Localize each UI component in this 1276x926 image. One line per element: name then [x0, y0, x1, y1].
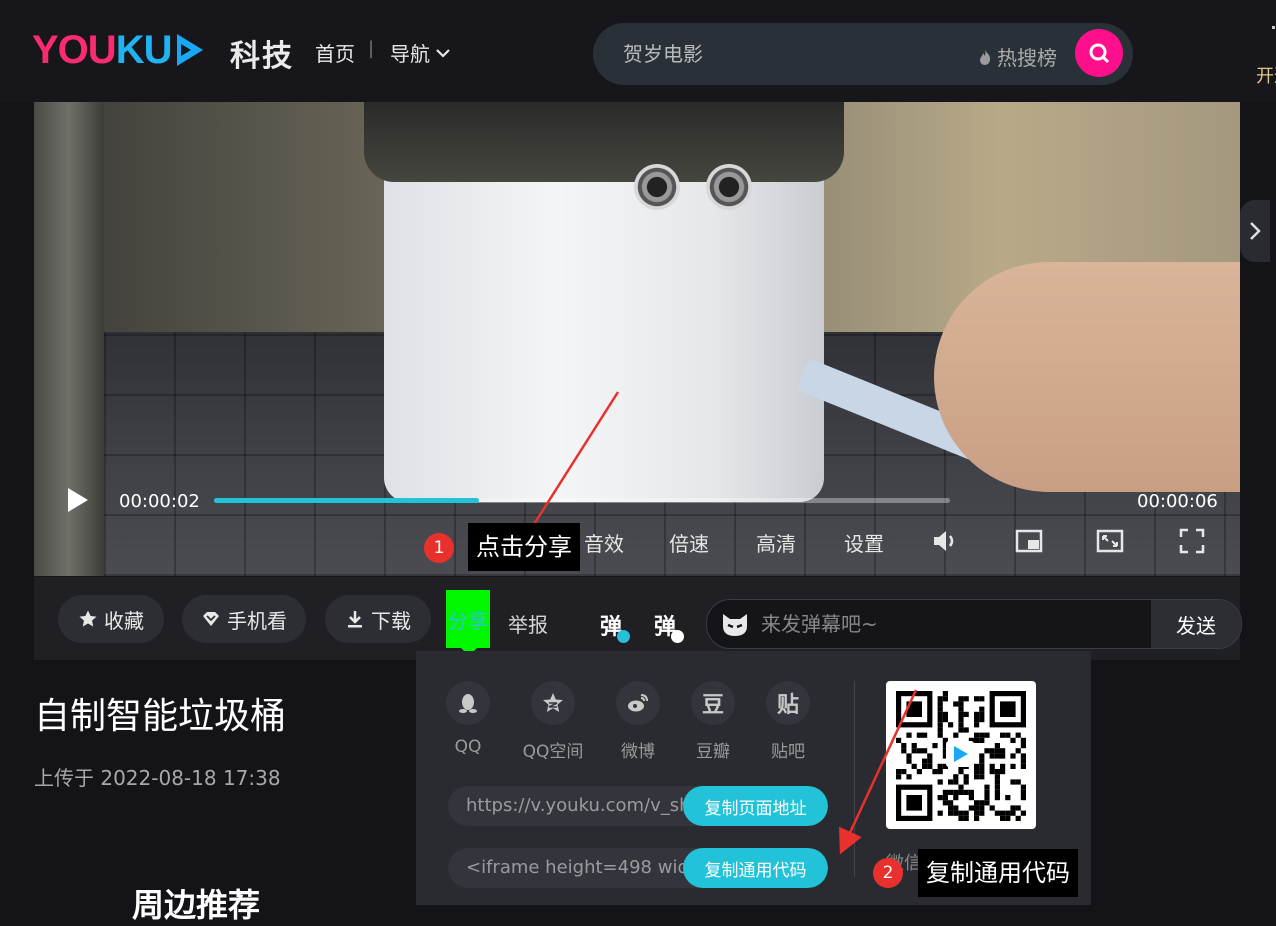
annotation-step-2-number: 2	[873, 858, 903, 888]
top-header: YOUKU 科技 首页 | 导航 贺岁电影 热搜榜 开通	[0, 0, 1276, 102]
flame-icon	[980, 48, 991, 65]
annotation-step-2-label: 复制通用代码	[918, 849, 1078, 897]
chevron-down-icon	[436, 48, 450, 58]
embed-code-row: <iframe height=498 width=510 复制通用代码	[448, 848, 828, 888]
video-frame-hand	[934, 262, 1240, 492]
chevron-right-icon	[1250, 222, 1261, 240]
favorite-button[interactable]: 收藏	[58, 595, 164, 643]
annotation-step-1-label: 点击分享	[468, 523, 580, 571]
video-player[interactable]: 00:00:02 00:00:06 音效 倍速 高清 设置	[34, 102, 1240, 576]
related-section-title: 周边推荐	[132, 886, 261, 924]
tieba-icon: 贴	[766, 681, 810, 725]
volume-icon[interactable]	[930, 526, 960, 556]
speed-button[interactable]: 倍速	[669, 528, 709, 557]
share-to-qq[interactable]: QQ	[433, 681, 503, 757]
video-frame-sensor	[706, 164, 752, 210]
mobile-label: 手机看	[227, 608, 287, 633]
logo-text: YOUKU	[32, 28, 172, 72]
nav-separator: |	[368, 38, 375, 59]
danmu-toggle-button[interactable]: 弹	[600, 609, 631, 643]
hot-search-link[interactable]: 热搜榜	[977, 42, 1057, 71]
nav-home-link[interactable]: 首页	[315, 38, 355, 67]
web-fullscreen-icon[interactable]	[1095, 526, 1125, 556]
qq-icon	[446, 681, 490, 725]
picture-in-picture-icon[interactable]	[1014, 526, 1044, 556]
vip-link[interactable]: 开通	[1256, 62, 1276, 88]
current-time: 00:00:02	[119, 491, 200, 512]
video-frame-trash-bag	[364, 102, 844, 182]
sound-effect-button[interactable]: 音效	[584, 528, 624, 557]
share-to-douban[interactable]: 豆 豆瓣	[678, 681, 748, 762]
play-icon[interactable]	[68, 488, 88, 512]
danmu-settings-button[interactable]: 弹	[654, 609, 685, 643]
fullscreen-icon[interactable]	[1177, 526, 1207, 556]
video-title: 自制智能垃圾桶	[34, 696, 287, 737]
upload-time: 上传于 2022-08-18 17:38	[34, 766, 281, 790]
copy-page-url-button[interactable]: 复制页面地址	[683, 786, 828, 826]
video-frame-sensor	[634, 164, 680, 210]
download-icon	[348, 611, 362, 628]
report-button[interactable]: 举报	[508, 609, 548, 638]
download-label: 下载	[371, 608, 411, 633]
page-url-field[interactable]: https://v.youku.com/v_show/id_	[466, 786, 684, 826]
star-icon	[79, 610, 97, 627]
embed-code-field[interactable]: <iframe height=498 width=510	[466, 848, 684, 888]
share-button[interactable]: 分享	[446, 590, 490, 648]
douban-icon: 豆	[691, 681, 735, 725]
page-url-row: https://v.youku.com/v_show/id_ 复制页面地址	[448, 786, 828, 826]
danmu-send-button[interactable]: 发送	[1151, 600, 1241, 648]
hot-search-label: 热搜榜	[997, 46, 1057, 70]
logo-play-icon	[177, 34, 204, 66]
qr-code-image	[896, 691, 1026, 821]
share-to-qzone[interactable]: QQ空间	[518, 681, 588, 762]
gear-icon	[671, 630, 685, 643]
search-button[interactable]	[1075, 29, 1123, 77]
action-bar: 收藏 手机看 下载 分享 举报 弹 弹 来发弹幕吧~ 发送	[34, 577, 1242, 660]
danmu-mask-icon	[723, 614, 747, 636]
weibo-icon	[616, 681, 660, 725]
favorite-label: 收藏	[104, 608, 144, 633]
youku-logo[interactable]: YOUKU	[32, 28, 204, 72]
search-input[interactable]: 贺岁电影	[623, 23, 703, 85]
quality-button[interactable]: 高清	[756, 528, 796, 557]
duration-time: 00:00:06	[1137, 491, 1218, 512]
progress-bar[interactable]	[214, 498, 950, 503]
qzone-icon	[531, 681, 575, 725]
share-label: QQ空间	[522, 742, 584, 762]
share-label: QQ	[454, 737, 482, 757]
settings-button[interactable]: 设置	[844, 528, 884, 557]
nav-guide-label: 导航	[390, 42, 430, 66]
progress-fill	[214, 498, 479, 503]
share-to-tieba[interactable]: 贴 贴吧	[753, 681, 823, 762]
danmu-input-box[interactable]: 来发弹幕吧~ 发送	[706, 599, 1242, 649]
next-video-arrow[interactable]	[1240, 200, 1270, 262]
diamond-icon	[203, 612, 219, 626]
share-qr-code	[886, 681, 1036, 829]
download-button[interactable]: 下载	[325, 595, 431, 643]
header-dot	[1272, 26, 1275, 29]
search-icon	[1089, 43, 1110, 64]
share-label: 微博	[621, 742, 655, 762]
annotation-step-1-number: 1	[424, 533, 454, 563]
check-icon	[617, 630, 631, 643]
search-box[interactable]: 贺岁电影 热搜榜	[593, 23, 1133, 85]
watch-on-mobile-button[interactable]: 手机看	[182, 595, 306, 643]
danmu-input[interactable]: 来发弹幕吧~	[761, 600, 878, 648]
copy-embed-code-button[interactable]: 复制通用代码	[683, 848, 828, 888]
share-divider	[854, 681, 855, 877]
share-label: 贴吧	[771, 742, 805, 762]
share-to-weibo[interactable]: 微博	[603, 681, 673, 762]
share-label: 豆瓣	[696, 742, 730, 762]
channel-name[interactable]: 科技	[230, 31, 294, 75]
nav-guide-menu[interactable]: 导航	[390, 38, 452, 67]
